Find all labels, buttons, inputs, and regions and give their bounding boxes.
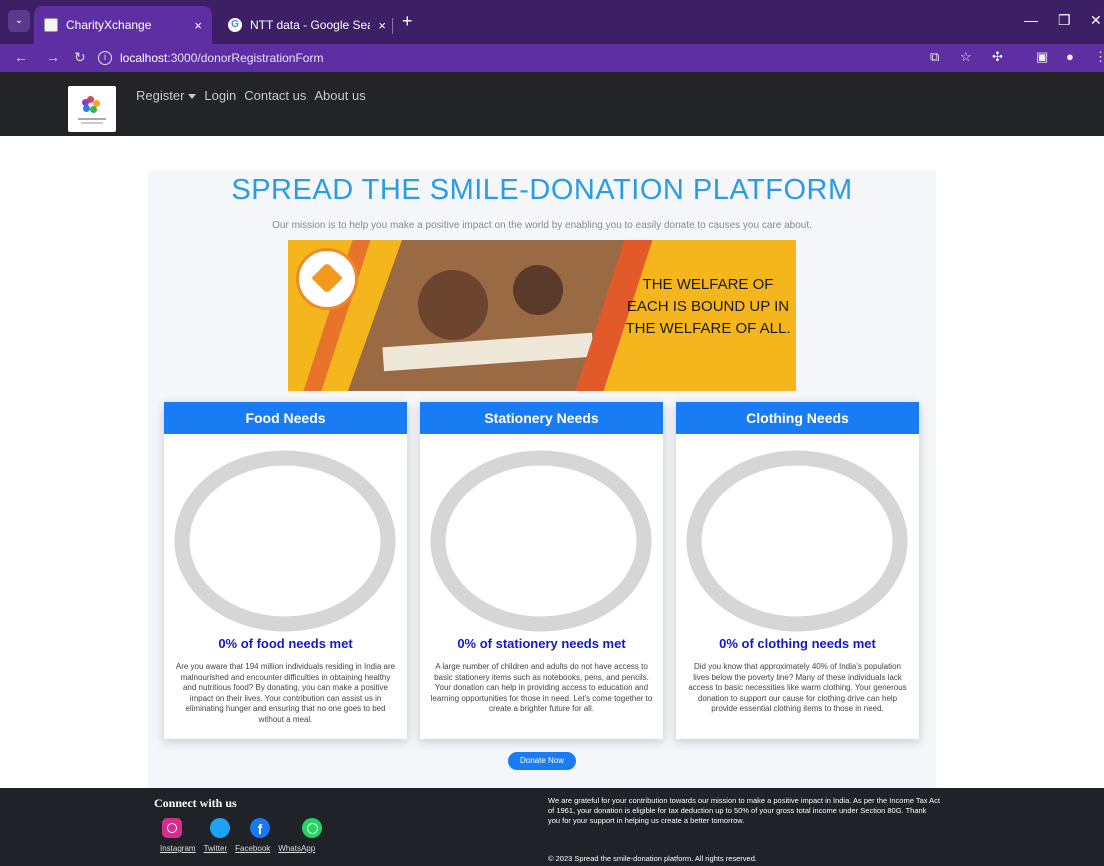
- site-info-icon[interactable]: i: [98, 51, 112, 65]
- tab-search-menu-icon[interactable]: ⌄: [8, 10, 30, 32]
- clothing-stat: 0% of clothing needs met: [719, 636, 876, 651]
- food-description: Are you aware that 194 million individua…: [175, 662, 396, 724]
- instagram-link[interactable]: Instagram: [160, 844, 196, 853]
- nav-register-label: Register: [136, 88, 185, 103]
- more-menu-icon[interactable]: ⋮: [1094, 49, 1104, 65]
- card-heading: Food Needs: [164, 402, 407, 434]
- food-needs-card: Food Needs 0% of food needs met Are you …: [164, 402, 407, 739]
- window-close-icon[interactable]: ✕: [1090, 12, 1102, 29]
- url-path: :3000/donorRegistrationForm: [167, 51, 324, 65]
- welfare-banner: THE WELFARE OF EACH IS BOUND UP IN THE W…: [288, 240, 796, 391]
- stationery-needs-card: Stationery Needs 0% of stationery needs …: [420, 402, 663, 739]
- whatsapp-link[interactable]: WhatsApp: [278, 844, 315, 853]
- instagram-icon[interactable]: [162, 818, 182, 838]
- address-bar: ← → ↻ i localhost:3000/donorRegistration…: [0, 44, 1104, 72]
- browser-tab-strip: ⌄ CharityXchange × G NTT data - Google S…: [0, 0, 1104, 44]
- forward-arrow-icon[interactable]: →: [46, 49, 60, 65]
- minimize-icon[interactable]: —: [1024, 12, 1038, 28]
- site-footer: Connect with us f Instagram Twitter Face…: [0, 788, 1104, 866]
- stationery-stat: 0% of stationery needs met: [457, 636, 626, 651]
- nav-register-dropdown[interactable]: Register: [136, 88, 197, 103]
- stationery-progress-ring: [430, 450, 652, 632]
- tab-close-icon[interactable]: ×: [378, 18, 386, 33]
- facebook-icon[interactable]: f: [250, 818, 270, 838]
- twitter-icon[interactable]: [210, 818, 230, 838]
- donate-now-button[interactable]: Donate Now: [508, 752, 576, 770]
- back-arrow-icon[interactable]: ←: [14, 49, 28, 65]
- side-panel-icon[interactable]: ▣: [1036, 49, 1048, 65]
- clothing-description: Did you know that approximately 40% of I…: [688, 662, 907, 713]
- page-title: SPREAD THE SMILE-DONATION PLATFORM: [231, 174, 853, 206]
- heart-hands-seal-icon: [296, 248, 358, 310]
- site-logo[interactable]: [68, 86, 116, 132]
- url-field[interactable]: i localhost:3000/donorRegistrationForm: [98, 47, 998, 69]
- nav-about-link[interactable]: About us: [314, 88, 365, 103]
- facebook-link[interactable]: Facebook: [235, 844, 270, 853]
- clothing-needs-card: Clothing Needs 0% of clothing needs met …: [676, 402, 919, 739]
- caret-down-icon: [188, 94, 197, 100]
- mission-subtitle: Our mission is to help you make a positi…: [272, 220, 812, 231]
- card-heading: Clothing Needs: [676, 402, 919, 434]
- tab-close-icon[interactable]: ×: [194, 18, 202, 33]
- stationery-description: A large number of children and adults do…: [430, 662, 653, 713]
- tax-deduction-message: We are grateful for your contribution to…: [548, 796, 940, 825]
- url-host: localhost: [120, 51, 168, 65]
- new-tab-button[interactable]: +: [402, 12, 413, 30]
- bookmark-star-icon[interactable]: ☆: [960, 49, 972, 65]
- food-progress-ring: [174, 450, 396, 632]
- tab-title: NTT data - Google Search: [250, 18, 370, 32]
- charity-favicon-icon: [44, 18, 58, 32]
- reload-icon[interactable]: ↻: [74, 49, 86, 66]
- extensions-icon[interactable]: ✣: [992, 49, 1003, 65]
- banner-quote: THE WELFARE OF EACH IS BOUND UP IN THE W…: [625, 276, 791, 337]
- tab-google-search[interactable]: G NTT data - Google Search ×: [218, 6, 396, 44]
- nav-links: Register Login Contact us About us: [136, 88, 366, 103]
- card-heading: Stationery Needs: [420, 402, 663, 434]
- social-links: Instagram Twitter Facebook WhatsApp: [160, 844, 315, 853]
- food-stat: 0% of food needs met: [218, 636, 353, 651]
- whatsapp-icon[interactable]: [302, 818, 322, 838]
- nav-contact-link[interactable]: Contact us: [244, 88, 306, 103]
- tab-separator: [392, 18, 393, 34]
- cast-icon[interactable]: ⧉: [930, 49, 939, 65]
- copyright: © 2023 Spread the smile-donation platfor…: [548, 854, 757, 863]
- google-favicon-icon: G: [228, 18, 242, 32]
- connect-heading: Connect with us: [154, 796, 237, 810]
- tab-title: CharityXchange: [66, 18, 152, 32]
- maximize-icon[interactable]: ❐: [1058, 12, 1071, 29]
- tab-charityxchange[interactable]: CharityXchange ×: [34, 6, 212, 44]
- clothing-progress-ring: [686, 450, 908, 632]
- nav-login-link[interactable]: Login: [204, 88, 236, 103]
- twitter-link[interactable]: Twitter: [204, 844, 228, 853]
- profile-avatar-icon[interactable]: ●: [1066, 49, 1074, 64]
- site-navbar: Register Login Contact us About us: [0, 72, 1104, 136]
